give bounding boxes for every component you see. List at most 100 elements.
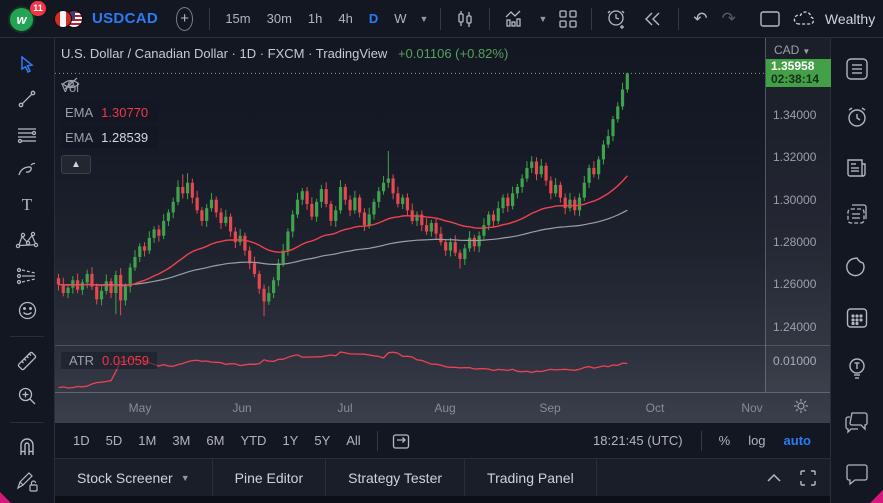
month-tick: May [129, 401, 152, 415]
symbol-flags-icon [54, 9, 84, 29]
brush-icon[interactable] [8, 156, 46, 184]
timeframe-30m[interactable]: 30m [260, 7, 299, 30]
calendar-icon[interactable] [837, 301, 877, 335]
range-1d[interactable]: 1D [65, 429, 98, 452]
range-1y[interactable]: 1Y [274, 429, 306, 452]
news-icon[interactable] [837, 151, 877, 185]
range-5y[interactable]: 5Y [306, 429, 338, 452]
log-scale-button[interactable]: log [739, 429, 774, 452]
range-5d[interactable]: 5D [98, 429, 131, 452]
notification-badge: 11 [30, 1, 46, 16]
chevron-down-icon: ▼ [802, 47, 810, 56]
tab-pine-editor[interactable]: Pine Editor [213, 459, 326, 496]
collapse-legend-button[interactable]: ▲ [61, 155, 91, 174]
chevron-down-icon[interactable]: ▼ [416, 14, 433, 24]
footer-panel-bar: Stock Screener ▼ Pine Editor Strategy Te… [55, 459, 830, 503]
account-menu[interactable]: Wealthy Educ [792, 10, 875, 28]
ema-slow-legend-row[interactable]: EMA 1.28539 [61, 126, 158, 148]
timeframe-15m[interactable]: 15m [218, 7, 257, 30]
range-ytd[interactable]: YTD [232, 429, 274, 452]
fullscreen-rect-icon[interactable] [754, 7, 786, 31]
percent-scale-button[interactable]: % [710, 429, 740, 452]
zoom-in-icon[interactable] [8, 382, 46, 410]
plus-circle-icon[interactable]: + [176, 7, 193, 31]
divider [377, 431, 378, 451]
chart-legend-header[interactable]: U.S. Dollar / Canadian Dollar · 1D · FXC… [61, 46, 508, 61]
top-toolbar: w 11 USDCAD + 15m 30m 1h 4h D W ▼ [0, 0, 883, 38]
tab-label: Stock Screener [77, 470, 173, 486]
pane-divider[interactable] [55, 345, 830, 346]
divider [10, 422, 44, 423]
account-logo[interactable]: w 11 [8, 4, 42, 34]
trend-line-icon[interactable] [8, 85, 46, 113]
ideas-bulb-icon[interactable] [837, 351, 877, 385]
eye-hidden-icon[interactable] [61, 76, 81, 90]
footer-tabs: Stock Screener ▼ Pine Editor Strategy Te… [55, 459, 830, 497]
footer-strip [55, 497, 830, 503]
range-all[interactable]: All [338, 429, 368, 452]
indicators-icon[interactable] [498, 5, 532, 33]
indicator-legend: Vol EMA 1.30770 EMA 1.28539 ▲ [61, 76, 158, 174]
hotlist-flame-icon[interactable] [837, 251, 877, 285]
price-tick: 1.26000 [773, 277, 816, 291]
maximize-panel-icon[interactable] [800, 470, 816, 486]
chevron-down-icon[interactable]: ▼ [534, 14, 551, 24]
divider [591, 8, 592, 30]
alert-clock-icon[interactable] [600, 4, 634, 34]
price-tick: 1.32000 [773, 150, 816, 164]
cursor-icon[interactable] [8, 50, 46, 78]
chart-region[interactable]: U.S. Dollar / Canadian Dollar · 1D · FXC… [55, 38, 830, 423]
axis-settings-gear-icon[interactable] [793, 398, 809, 417]
last-price-label: 1.35958 02:38:14 [766, 59, 831, 87]
alerts-clock-icon[interactable] [837, 100, 877, 134]
magnet-icon[interactable] [8, 433, 46, 461]
text-tool-icon[interactable]: T [8, 191, 46, 219]
watchlist-icon[interactable] [837, 52, 877, 86]
range-1m[interactable]: 1M [130, 429, 164, 452]
volume-legend-row[interactable]: Vol [61, 76, 158, 98]
auto-scale-button[interactable]: auto [775, 429, 820, 452]
xabcd-pattern-icon[interactable] [8, 226, 46, 254]
replay-icon[interactable] [636, 6, 670, 32]
forecast-icon[interactable] [8, 262, 46, 290]
tab-trading-panel[interactable]: Trading Panel [465, 459, 597, 496]
price-axis[interactable]: CAD▼ 1.35958 02:38:14 1.34000 1.32000 1.… [765, 38, 830, 392]
tab-strategy-tester[interactable]: Strategy Tester [326, 459, 465, 496]
ruler-icon[interactable] [8, 347, 46, 375]
price-tick: 1.34000 [773, 108, 816, 122]
ema-fast-legend-row[interactable]: EMA 1.30770 [61, 101, 158, 123]
canada-flag-icon [54, 10, 72, 28]
draw-lock-icon[interactable] [8, 468, 46, 496]
session-clock[interactable]: 18:21:45 (UTC) [593, 433, 693, 448]
go-to-date-icon[interactable] [386, 428, 416, 454]
drawing-toolbar: T [0, 38, 55, 503]
layout-grid-icon[interactable] [553, 6, 583, 32]
undo-icon[interactable]: ↶ [687, 9, 713, 29]
fib-retracement-icon[interactable] [8, 121, 46, 149]
divider [10, 336, 44, 337]
price-pane[interactable]: U.S. Dollar / Canadian Dollar · 1D · FXC… [55, 38, 765, 392]
month-tick: Oct [646, 401, 665, 415]
atr-legend-row[interactable]: ATR 0.01059 [61, 352, 157, 369]
emoji-icon[interactable] [8, 297, 46, 325]
range-6m[interactable]: 6M [198, 429, 232, 452]
timeframe-1h[interactable]: 1h [301, 7, 329, 30]
tab-label: Trading Panel [487, 470, 574, 486]
candlestick-style-icon[interactable] [449, 5, 481, 33]
timeframe-1w[interactable]: W [387, 7, 413, 30]
private-chat-icon[interactable] [837, 457, 877, 491]
range-3m[interactable]: 3M [164, 429, 198, 452]
expand-panel-chevron-icon[interactable] [766, 473, 782, 483]
redo-icon[interactable]: ↷ [716, 9, 742, 29]
timeframe-4h[interactable]: 4h [331, 7, 359, 30]
symbol-search-button[interactable]: USDCAD [92, 10, 158, 27]
footer-right-controls [597, 459, 830, 496]
time-axis[interactable]: May Jun Jul Aug Sep Oct Nov [55, 392, 830, 423]
divider [678, 8, 679, 30]
currency-selector[interactable]: CAD▼ [774, 43, 810, 57]
ema-fast-value: 1.30770 [101, 105, 148, 120]
data-window-icon[interactable] [837, 197, 877, 231]
timeframe-1d[interactable]: D [362, 7, 385, 30]
tab-stock-screener[interactable]: Stock Screener ▼ [55, 459, 213, 496]
public-chat-icon[interactable] [837, 405, 877, 439]
